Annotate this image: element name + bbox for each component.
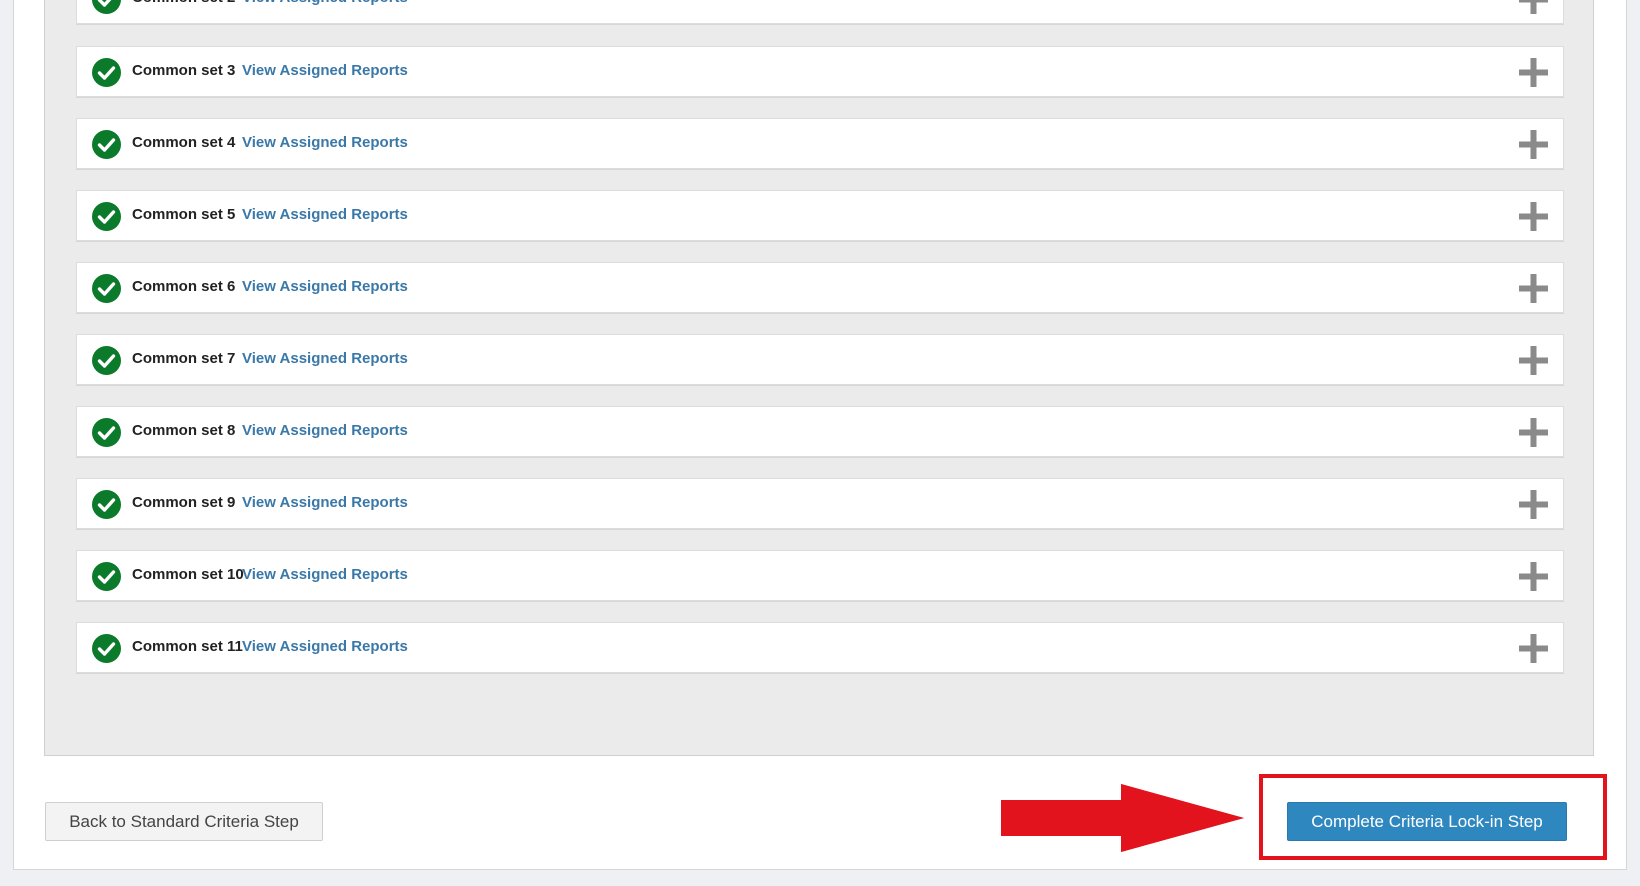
criteria-set-label: Common set 2 — [132, 0, 242, 6]
criteria-set-row[interactable]: Common set 8 View Assigned Reports — [76, 406, 1564, 457]
view-assigned-reports-link[interactable]: View Assigned Reports — [242, 0, 408, 6]
criteria-set-label: Common set 3 — [132, 62, 236, 79]
criteria-set-label: Common set 11 — [132, 638, 243, 655]
check-circle-icon — [92, 346, 121, 375]
criteria-set-row[interactable]: Common set 11 View Assigned Reports — [76, 622, 1564, 673]
criteria-set-row[interactable]: Common set 4 View Assigned Reports — [76, 118, 1564, 169]
criteria-set-row[interactable]: Common set 3 View Assigned Reports — [76, 46, 1564, 97]
complete-criteria-lock-in-button[interactable]: Complete Criteria Lock-in Step — [1287, 802, 1567, 841]
criteria-set-row[interactable]: Common set 10 View Assigned Reports — [76, 550, 1564, 601]
view-assigned-reports-link[interactable]: View Assigned Reports — [242, 638, 408, 655]
criteria-set-label: Common set 9 — [132, 494, 236, 511]
check-circle-icon — [92, 634, 121, 663]
criteria-set-label: Common set 6 — [132, 278, 236, 295]
back-to-standard-criteria-button[interactable]: Back to Standard Criteria Step — [45, 802, 323, 841]
view-assigned-reports-link[interactable]: View Assigned Reports — [242, 566, 408, 583]
check-circle-icon — [92, 274, 121, 303]
criteria-set-label: Common set 7 — [132, 350, 236, 367]
view-assigned-reports-link[interactable]: View Assigned Reports — [242, 278, 408, 295]
check-circle-icon — [92, 490, 121, 519]
criteria-sets-panel: Common set 2View Assigned ReportsCommon … — [44, 0, 1594, 756]
view-assigned-reports-link[interactable]: View Assigned Reports — [242, 206, 408, 223]
view-assigned-reports-link[interactable]: View Assigned Reports — [242, 62, 408, 79]
view-assigned-reports-link[interactable]: View Assigned Reports — [242, 350, 408, 367]
view-assigned-reports-link[interactable]: View Assigned Reports — [242, 134, 408, 151]
expand-plus-icon[interactable] — [1518, 417, 1549, 448]
check-circle-icon — [92, 0, 121, 14]
expand-plus-icon[interactable] — [1518, 57, 1549, 88]
view-assigned-reports-link[interactable]: View Assigned Reports — [242, 494, 408, 511]
check-circle-icon — [92, 130, 121, 159]
check-circle-icon — [92, 562, 121, 591]
expand-plus-icon[interactable] — [1518, 273, 1549, 304]
expand-plus-icon[interactable] — [1518, 561, 1549, 592]
criteria-set-row[interactable]: Common set 7 View Assigned Reports — [76, 334, 1564, 385]
criteria-set-row[interactable]: Common set 5 View Assigned Reports — [76, 190, 1564, 241]
criteria-set-row[interactable]: Common set 6 View Assigned Reports — [76, 262, 1564, 313]
page-container: Common set 2View Assigned ReportsCommon … — [13, 0, 1627, 870]
expand-plus-icon[interactable] — [1518, 633, 1549, 664]
check-circle-icon — [92, 58, 121, 87]
criteria-set-label: Common set 4 — [132, 134, 236, 151]
expand-plus-icon[interactable] — [1518, 201, 1549, 232]
expand-plus-icon[interactable] — [1518, 489, 1549, 520]
expand-plus-icon[interactable] — [1518, 345, 1549, 376]
criteria-set-row[interactable]: Common set 9 View Assigned Reports — [76, 478, 1564, 529]
criteria-set-row[interactable]: Common set 2View Assigned Reports — [76, 0, 1564, 24]
criteria-set-label: Common set 10 — [132, 566, 244, 583]
check-circle-icon — [92, 202, 121, 231]
expand-plus-icon[interactable] — [1518, 129, 1549, 160]
criteria-set-label: Common set 5 — [132, 206, 236, 223]
view-assigned-reports-link[interactable]: View Assigned Reports — [242, 422, 408, 439]
check-circle-icon — [92, 418, 121, 447]
criteria-set-label: Common set 8 — [132, 422, 236, 439]
expand-plus-icon[interactable] — [1518, 0, 1549, 15]
